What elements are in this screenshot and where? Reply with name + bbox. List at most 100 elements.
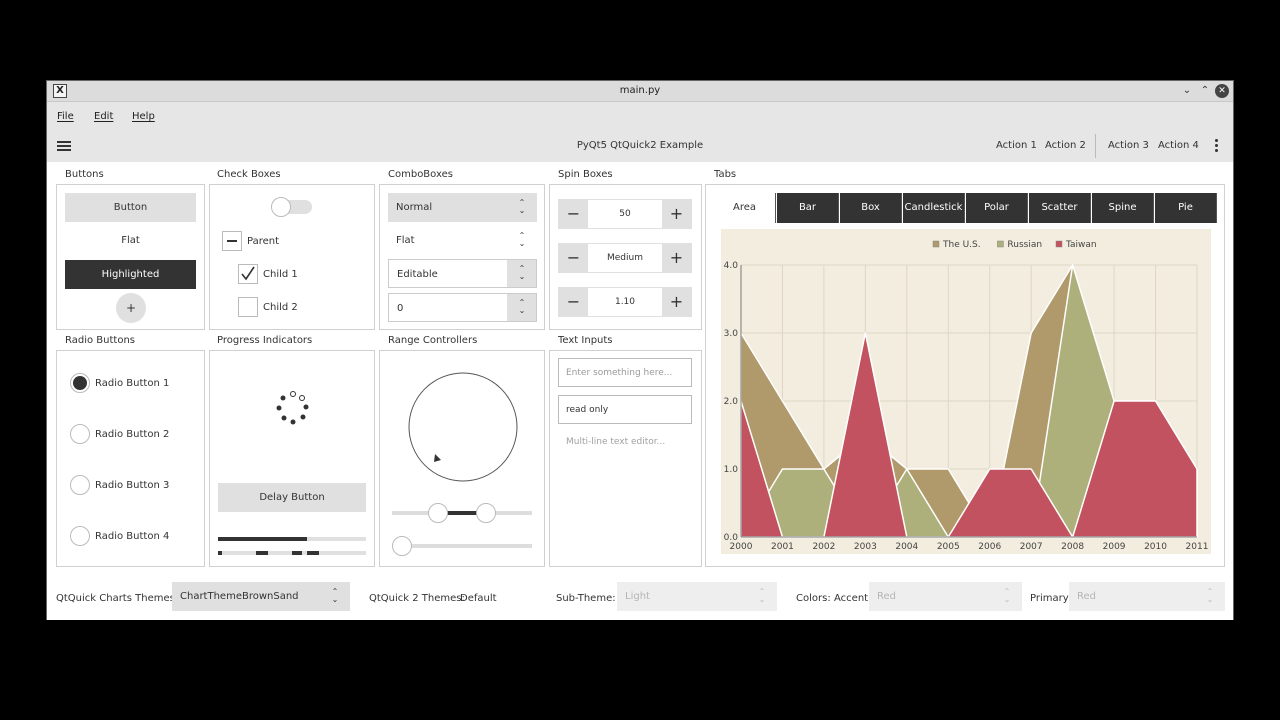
qq2-themes-value: Default xyxy=(460,593,497,604)
flat-combobox-value: Flat xyxy=(396,235,415,246)
menu-file[interactable]: File xyxy=(57,111,74,122)
spinbox-number[interactable]: − 50 + xyxy=(558,199,692,229)
normal-combobox-value: Normal xyxy=(396,202,433,213)
primary-label: Primary xyxy=(1030,593,1069,604)
tab-bar[interactable]: Bar xyxy=(777,193,839,223)
spinbox-decimal[interactable]: − 1.10 + xyxy=(558,287,692,317)
radio-button-4[interactable] xyxy=(70,526,90,546)
x-tick-label: 2009 xyxy=(1103,542,1126,552)
maximize-icon[interactable]: ⌃ xyxy=(1198,84,1212,98)
spinbox-text-value[interactable]: Medium xyxy=(588,253,662,263)
action-3-button[interactable]: Action 3 xyxy=(1108,140,1149,151)
indeterminate-progress-bar xyxy=(218,551,366,555)
updown-arrows-icon: ⌃ ⌄ xyxy=(331,587,339,604)
normal-button[interactable]: Button xyxy=(65,193,196,222)
tab-spine[interactable]: Spine xyxy=(1092,193,1154,223)
subtheme-combobox[interactable]: Light ⌃ ⌄ xyxy=(617,582,777,611)
minimize-icon[interactable]: ⌄ xyxy=(1180,84,1194,98)
x-tick-label: 2004 xyxy=(895,542,918,552)
charts-theme-combobox[interactable]: ChartThemeBrownSand ⌃ ⌄ xyxy=(172,582,350,611)
highlighted-button[interactable]: Highlighted xyxy=(65,260,196,289)
x-tick-label: 2006 xyxy=(978,542,1001,552)
editable-combobox-button[interactable]: ⌃ ⌄ xyxy=(507,260,536,287)
child2-checkbox[interactable] xyxy=(238,297,258,317)
spinboxes-section-title: Spin Boxes xyxy=(558,169,613,180)
accent-combobox[interactable]: Red ⌃ ⌄ xyxy=(869,582,1022,611)
partial-check-icon xyxy=(227,240,237,242)
readonly-field xyxy=(558,395,692,424)
updown-arrows-icon: ⌃ ⌄ xyxy=(518,298,526,315)
slider-handle[interactable] xyxy=(392,536,412,556)
editable-combobox[interactable]: Editable ⌃ ⌄ xyxy=(388,259,537,288)
delay-button[interactable]: Delay Button xyxy=(218,483,366,512)
tab-scatter[interactable]: Scatter xyxy=(1029,193,1091,223)
increment-icon[interactable]: + xyxy=(662,288,691,316)
progress-segment xyxy=(256,551,268,555)
x-tick-label: 2011 xyxy=(1186,542,1209,552)
child1-checkbox[interactable] xyxy=(238,264,258,284)
progress-bar xyxy=(218,537,366,541)
increment-icon[interactable]: + xyxy=(662,200,691,228)
decrement-icon[interactable]: − xyxy=(559,200,588,228)
range-section-title: Range Controllers xyxy=(388,335,478,346)
radio-button-4-label: Radio Button 4 xyxy=(95,531,170,542)
child1-checkbox-label: Child 1 xyxy=(263,269,298,280)
menu-help[interactable]: Help xyxy=(132,111,155,122)
primary-combobox[interactable]: Red ⌃ ⌄ xyxy=(1069,582,1225,611)
editable-combobox-value[interactable]: Editable xyxy=(397,269,438,280)
increment-icon[interactable]: + xyxy=(662,244,691,272)
flat-combobox[interactable]: Flat ⌃ ⌄ xyxy=(388,226,537,255)
editable-number-combobox[interactable]: 0 ⌃ ⌄ xyxy=(388,293,537,322)
spinbox-number-value[interactable]: 50 xyxy=(588,209,662,219)
tab-polar[interactable]: Polar xyxy=(966,193,1028,223)
radio-button-3[interactable] xyxy=(70,475,90,495)
title-bar[interactable]: X main.py ⌄ ⌃ ✕ xyxy=(47,81,1233,102)
x-tick-label: 2000 xyxy=(730,542,753,552)
spinbox-decimal-value[interactable]: 1.10 xyxy=(588,297,662,307)
tab-area[interactable]: Area xyxy=(714,193,776,223)
tab-pie[interactable]: Pie xyxy=(1155,193,1217,223)
text-input[interactable] xyxy=(559,359,691,386)
bottom-controls: QtQuick Charts Themes: ChartThemeBrownSa… xyxy=(47,571,1233,620)
tab-box[interactable]: Box xyxy=(840,193,902,223)
decrement-icon[interactable]: − xyxy=(559,288,588,316)
action-2-button[interactable]: Action 2 xyxy=(1045,140,1086,151)
legend-label: The U.S. xyxy=(942,240,981,250)
legend-label: Taiwan xyxy=(1065,240,1097,250)
busy-indicator-icon xyxy=(276,391,309,425)
action-1-button[interactable]: Action 1 xyxy=(996,140,1037,151)
action-4-button[interactable]: Action 4 xyxy=(1158,140,1199,151)
close-icon[interactable]: ✕ xyxy=(1215,84,1229,98)
overflow-menu-icon[interactable] xyxy=(1215,139,1219,153)
spinbox-text[interactable]: − Medium + xyxy=(558,243,692,273)
legend-marker xyxy=(932,240,940,248)
editable-number-combobox-button[interactable]: ⌃ ⌄ xyxy=(507,294,536,321)
range-slider-low-handle[interactable] xyxy=(428,503,448,523)
primary-value: Red xyxy=(1077,591,1096,602)
menu-edit[interactable]: Edit xyxy=(94,111,113,122)
dial[interactable] xyxy=(407,371,519,483)
colors-label: Colors: xyxy=(796,593,831,604)
x-tick-label: 2001 xyxy=(771,542,794,552)
toolbar-separator xyxy=(1095,134,1096,158)
range-slider-high-handle[interactable] xyxy=(476,503,496,523)
main-window: X main.py ⌄ ⌃ ✕ File Edit Help PyQt5 QtQ… xyxy=(46,80,1234,620)
text-input-field[interactable] xyxy=(558,358,692,387)
radio-button-1[interactable] xyxy=(70,373,90,393)
round-add-button[interactable]: + xyxy=(116,293,146,323)
tab-candlestick[interactable]: Candlestick xyxy=(903,193,965,223)
switch-handle[interactable] xyxy=(271,197,291,217)
tabs-section-title: Tabs xyxy=(714,169,737,180)
editable-number-combobox-value[interactable]: 0 xyxy=(397,303,403,314)
parent-checkbox[interactable] xyxy=(222,231,242,251)
y-tick-label: 4.0 xyxy=(724,261,739,271)
radio-button-2[interactable] xyxy=(70,424,90,444)
multiline-text-editor[interactable]: Multi-line text editor... xyxy=(566,437,665,447)
legend-marker xyxy=(1055,240,1063,248)
decrement-icon[interactable]: − xyxy=(559,244,588,272)
x-tick-label: 2005 xyxy=(937,542,960,552)
slider-track[interactable] xyxy=(392,544,532,548)
normal-combobox[interactable]: Normal ⌃ ⌄ xyxy=(388,193,537,222)
x-tick-label: 2007 xyxy=(1020,542,1043,552)
flat-button[interactable]: Flat xyxy=(65,226,196,255)
